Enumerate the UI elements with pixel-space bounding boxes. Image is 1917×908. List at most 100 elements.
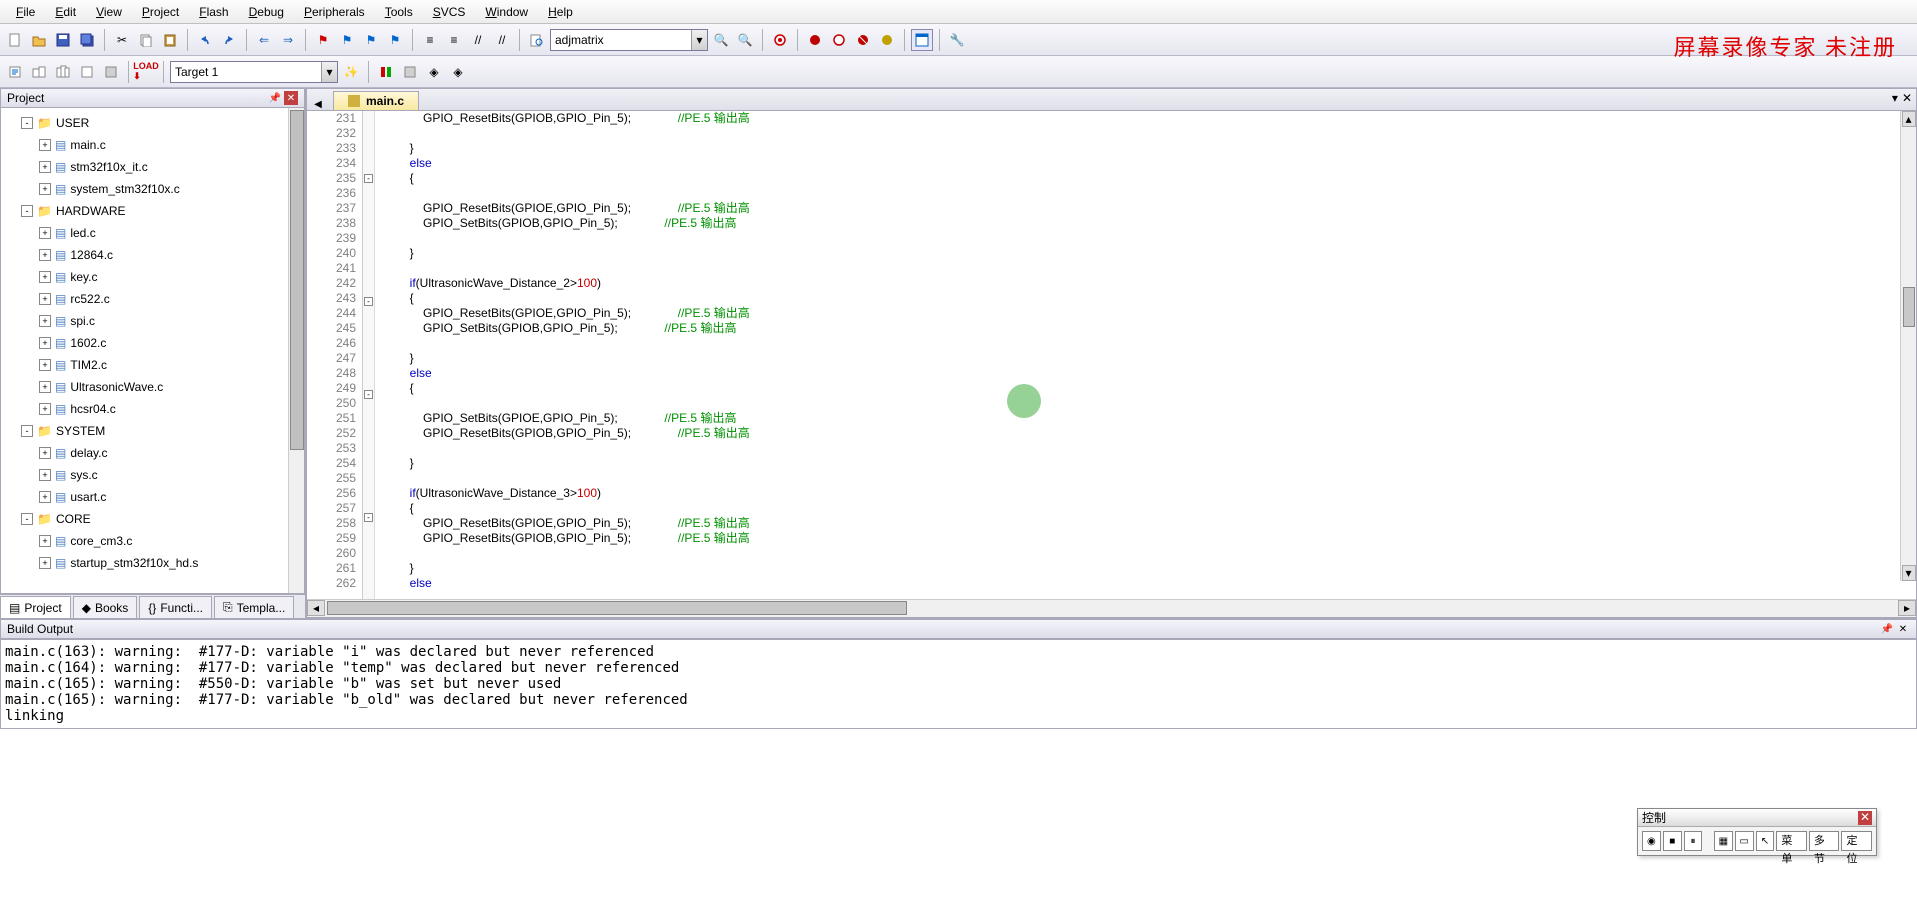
tree-file[interactable]: +▤core_cm3.c	[3, 530, 302, 552]
pin-icon[interactable]: 📌	[268, 91, 282, 105]
download-icon[interactable]: LOAD⬇	[135, 61, 157, 83]
indent-icon[interactable]: ≡	[419, 29, 441, 51]
tree-file[interactable]: +▤delay.c	[3, 442, 302, 464]
open-icon[interactable]	[28, 29, 50, 51]
target-combo[interactable]: ▾	[170, 61, 338, 83]
multi-button[interactable]: 多节	[1809, 831, 1840, 851]
paste-icon[interactable]	[159, 29, 181, 51]
breakpoint-disable-icon[interactable]	[852, 29, 874, 51]
tree-file[interactable]: +▤rc522.c	[3, 288, 302, 310]
rebuild-icon[interactable]	[52, 61, 74, 83]
redo-icon[interactable]	[218, 29, 240, 51]
editor-vscrollbar[interactable]: ▴ ▾	[1900, 111, 1916, 581]
code-lines[interactable]: GPIO_ResetBits(GPIOB,GPIO_Pin_5); //PE.5…	[375, 111, 1916, 599]
tree-folder[interactable]: -📁CORE	[3, 508, 302, 530]
menu-view[interactable]: View	[86, 5, 132, 19]
options-icon[interactable]: ✨	[340, 61, 362, 83]
control-panel[interactable]: 控制 ✕ ◉ ■ ⏸ ▦ ▭ ↖ 菜单 多节 定位	[1637, 808, 1877, 856]
expand-icon[interactable]: +	[39, 227, 51, 239]
expand-icon[interactable]: +	[39, 337, 51, 349]
expand-icon[interactable]: +	[39, 271, 51, 283]
tab-dropdown-icon[interactable]: ▾	[1892, 91, 1898, 105]
project-tab-templa[interactable]: ⎘Templa...	[214, 596, 294, 618]
translate-icon[interactable]	[4, 61, 26, 83]
bookmark-clear-icon[interactable]: ⚑	[384, 29, 406, 51]
project-tab-functi[interactable]: {}Functi...	[139, 596, 212, 618]
expand-icon[interactable]: +	[39, 359, 51, 371]
manage-rte-icon[interactable]: ◈	[447, 61, 469, 83]
expand-icon[interactable]: +	[39, 183, 51, 195]
batch-build-icon[interactable]	[76, 61, 98, 83]
expand-icon[interactable]: -	[21, 205, 33, 217]
pause-icon[interactable]: ⏸	[1684, 831, 1703, 851]
menu-edit[interactable]: Edit	[45, 5, 86, 19]
tree-file[interactable]: +▤TIM2.c	[3, 354, 302, 376]
nav-left-icon[interactable]: ◀	[314, 99, 322, 110]
code-editor[interactable]: 2312322332342352362372382392402412422432…	[307, 111, 1916, 599]
copy-icon[interactable]	[135, 29, 157, 51]
expand-icon[interactable]: +	[39, 315, 51, 327]
tree-file[interactable]: +▤led.c	[3, 222, 302, 244]
menu-help[interactable]: Help	[538, 5, 583, 19]
tree-file[interactable]: +▤key.c	[3, 266, 302, 288]
bookmark-next-icon[interactable]: ⚑	[360, 29, 382, 51]
expand-icon[interactable]: +	[39, 403, 51, 415]
close-icon[interactable]: ✕	[284, 91, 298, 105]
tree-file[interactable]: +▤usart.c	[3, 486, 302, 508]
tree-file[interactable]: +▤1602.c	[3, 332, 302, 354]
dropdown-arrow-icon[interactable]: ▾	[321, 62, 337, 82]
tab-close-icon[interactable]: ✕	[1902, 91, 1912, 105]
stop-icon[interactable]: ■	[1663, 831, 1682, 851]
tree-file[interactable]: +▤UltrasonicWave.c	[3, 376, 302, 398]
tree-file[interactable]: +▤startup_stm32f10x_hd.s	[3, 552, 302, 574]
expand-icon[interactable]: +	[39, 161, 51, 173]
menu-button[interactable]: 菜单	[1776, 831, 1807, 851]
expand-icon[interactable]: -	[21, 425, 33, 437]
cut-icon[interactable]: ✂	[111, 29, 133, 51]
project-tab-books[interactable]: ◆Books	[73, 596, 138, 618]
debug-icon[interactable]	[769, 29, 791, 51]
outdent-icon[interactable]: ≡	[443, 29, 465, 51]
build-output-text[interactable]: main.c(163): warning: #177-D: variable "…	[0, 639, 1917, 729]
tree-folder[interactable]: -📁USER	[3, 112, 302, 134]
expand-icon[interactable]: +	[39, 381, 51, 393]
undo-icon[interactable]	[194, 29, 216, 51]
manage-books-icon[interactable]	[399, 61, 421, 83]
tree-folder[interactable]: -📁HARDWARE	[3, 200, 302, 222]
tree-file[interactable]: +▤system_stm32f10x.c	[3, 178, 302, 200]
tree-folder[interactable]: -📁SYSTEM	[3, 420, 302, 442]
tree-scrollbar[interactable]	[288, 108, 304, 593]
tree-file[interactable]: +▤main.c	[3, 134, 302, 156]
nav-back-icon[interactable]: ⇐	[253, 29, 275, 51]
menu-svcs[interactable]: SVCS	[423, 5, 476, 19]
tree-file[interactable]: +▤spi.c	[3, 310, 302, 332]
close-icon[interactable]: ✕	[1896, 622, 1910, 636]
record-icon[interactable]: ◉	[1642, 831, 1661, 851]
fold-column[interactable]: ----	[363, 111, 375, 599]
pointer-icon[interactable]: ↖	[1756, 831, 1775, 851]
find-combo[interactable]: ▾	[550, 29, 708, 51]
editor-hscrollbar[interactable]: ◂ ▸	[307, 599, 1916, 617]
expand-icon[interactable]: +	[39, 491, 51, 503]
expand-icon[interactable]: -	[21, 513, 33, 525]
nav-fwd-icon[interactable]: ⇒	[277, 29, 299, 51]
bookmark-prev-icon[interactable]: ⚑	[336, 29, 358, 51]
expand-icon[interactable]: +	[39, 139, 51, 151]
expand-icon[interactable]: -	[21, 117, 33, 129]
find-next-icon[interactable]: 🔍	[710, 29, 732, 51]
tree-file[interactable]: +▤stm32f10x_it.c	[3, 156, 302, 178]
target-input[interactable]	[171, 62, 321, 82]
tree-file[interactable]: +▤hcsr04.c	[3, 398, 302, 420]
project-tab-project[interactable]: ▤Project	[0, 596, 71, 618]
scroll-right-icon[interactable]: ▸	[1898, 600, 1916, 616]
menu-project[interactable]: Project	[132, 5, 189, 19]
uncomment-icon[interactable]: //	[491, 29, 513, 51]
locate-button[interactable]: 定位	[1841, 831, 1872, 851]
expand-icon[interactable]: +	[39, 535, 51, 547]
editor-tab-main[interactable]: main.c	[333, 91, 419, 110]
expand-icon[interactable]: +	[39, 293, 51, 305]
new-icon[interactable]	[4, 29, 26, 51]
menu-file[interactable]: File	[6, 5, 45, 19]
pin-icon[interactable]: 📌	[1880, 622, 1894, 636]
save-icon[interactable]	[52, 29, 74, 51]
